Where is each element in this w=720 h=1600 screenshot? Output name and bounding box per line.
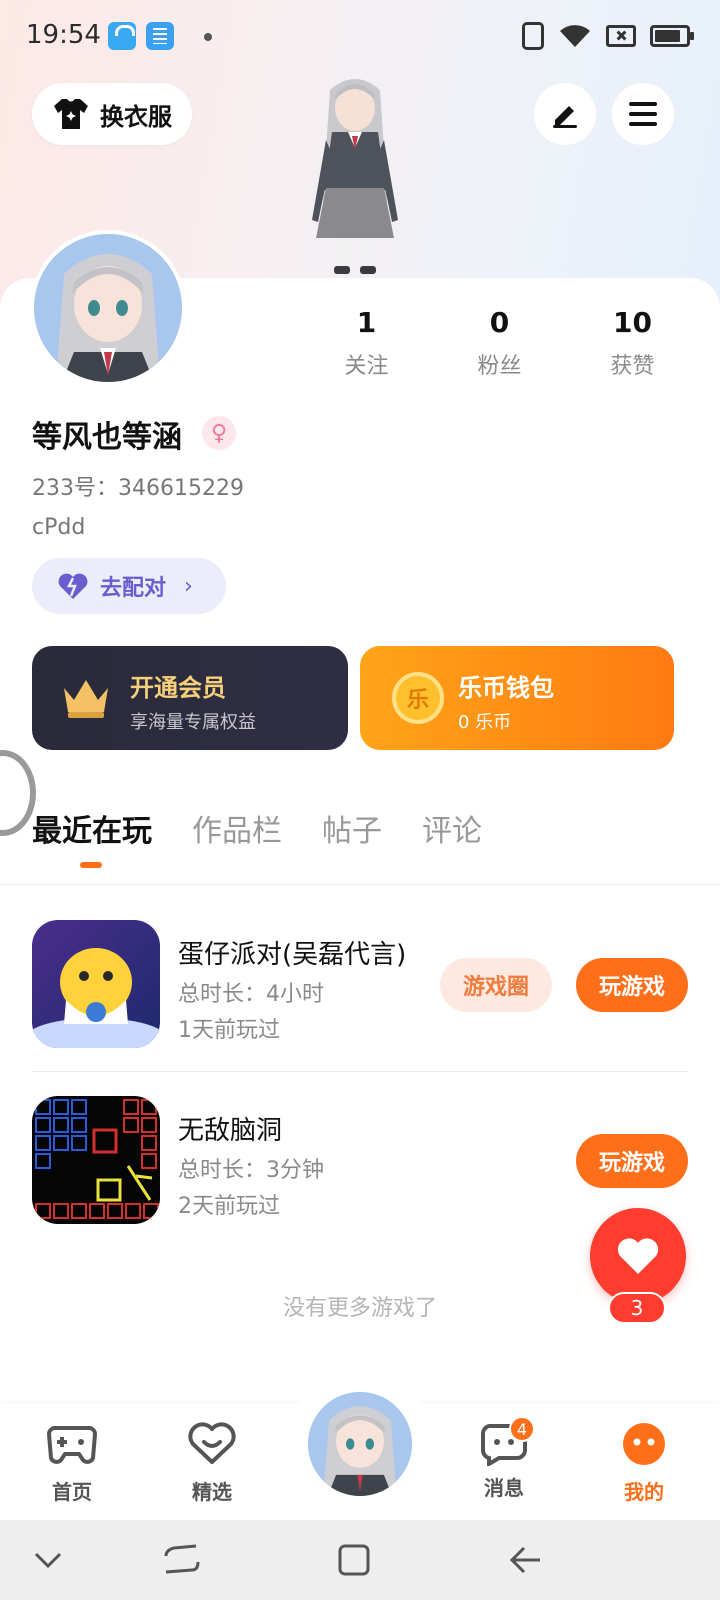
following-count: 1 bbox=[356, 306, 377, 339]
match-button[interactable]: 去配对 › bbox=[32, 558, 226, 614]
nav-featured-label: 精选 bbox=[192, 1480, 232, 1504]
status-bar: 19:54 bbox=[0, 0, 720, 72]
game-circle-button[interactable]: 游戏圈 bbox=[440, 958, 552, 1012]
vip-membership-card[interactable]: 开通会员 享海量专属权益 bbox=[32, 646, 348, 750]
content-tabs: 最近在玩 作品栏 帖子 评论 bbox=[32, 806, 482, 850]
fans-count: 0 bbox=[489, 306, 510, 339]
user-signature: cPdd bbox=[32, 515, 86, 540]
profile-avatar[interactable] bbox=[30, 230, 186, 386]
female-gender-icon: ♀ bbox=[202, 416, 236, 450]
wallet-title: 乐币钱包 bbox=[458, 674, 554, 702]
notes-app-icon bbox=[146, 22, 174, 50]
home-square-icon[interactable] bbox=[334, 1540, 374, 1580]
wallet-balance: 0 乐币 bbox=[458, 712, 512, 733]
tab-works[interactable]: 作品栏 bbox=[192, 806, 282, 850]
profile-stats: 1 关注 0 粉丝 10 获赞 bbox=[300, 306, 700, 380]
edit-pencil-icon bbox=[553, 106, 577, 128]
user-id: 233号：346615229 bbox=[32, 476, 244, 501]
like-count-badge: 3 bbox=[608, 1292, 666, 1324]
message-count-badge: 4 bbox=[509, 1416, 535, 1442]
nav-me[interactable]: 我的 bbox=[594, 1422, 694, 1505]
eggy-party-game-icon bbox=[32, 920, 160, 1048]
stat-following[interactable]: 1 关注 bbox=[300, 306, 433, 380]
change-outfit-label: 换衣服 bbox=[100, 102, 172, 131]
avatar-portrait-icon bbox=[34, 234, 182, 382]
game-name: 无敌脑洞 bbox=[178, 1116, 283, 1146]
play-game-button[interactable]: 玩游戏 bbox=[576, 958, 688, 1012]
heart-icon bbox=[58, 573, 88, 599]
game-name: 蛋仔派对(吴磊代言) bbox=[178, 940, 407, 970]
battery-level bbox=[655, 30, 680, 42]
more-notifications-dot bbox=[204, 33, 212, 41]
nav-home[interactable]: 首页 bbox=[22, 1422, 122, 1505]
nav-me-label: 我的 bbox=[624, 1480, 664, 1504]
fans-label: 粉丝 bbox=[477, 354, 522, 379]
wifi-icon bbox=[560, 25, 590, 47]
chevron-down-icon[interactable] bbox=[28, 1540, 68, 1580]
me-icon bbox=[623, 1423, 665, 1465]
vip-subtitle: 享海量专属权益 bbox=[130, 712, 256, 733]
crown-icon bbox=[64, 680, 108, 718]
back-arrow-icon[interactable] bbox=[506, 1540, 546, 1580]
tab-posts[interactable]: 帖子 bbox=[322, 806, 382, 850]
nav-home-label: 首页 bbox=[52, 1480, 92, 1504]
tab-comments[interactable]: 评论 bbox=[422, 806, 482, 850]
menu-button[interactable] bbox=[612, 83, 674, 145]
nav-messages-label: 消息 bbox=[484, 1476, 524, 1500]
recent-apps-icon[interactable] bbox=[162, 1540, 202, 1580]
game-duration: 总时长：3分钟 bbox=[178, 1158, 324, 1183]
message-icon-wrap: 4 bbox=[479, 1416, 535, 1468]
likes-label: 获赞 bbox=[610, 354, 655, 379]
battery-icon bbox=[650, 25, 694, 47]
nav-featured[interactable]: 精选 bbox=[162, 1422, 262, 1505]
game-duration: 总时长：4小时 bbox=[178, 982, 324, 1007]
row-divider bbox=[32, 1071, 688, 1072]
nav-center-avatar[interactable] bbox=[304, 1388, 416, 1500]
system-navigation-bar bbox=[0, 1520, 720, 1600]
match-label: 去配对 bbox=[100, 576, 167, 601]
vip-title: 开通会员 bbox=[130, 674, 226, 702]
hamburger-menu-icon bbox=[629, 102, 657, 126]
gamepad-icon bbox=[46, 1426, 98, 1464]
brain-hole-game-icon bbox=[32, 1096, 160, 1224]
game-last-played: 2天前玩过 bbox=[178, 1194, 280, 1219]
tab-recently-played[interactable]: 最近在玩 bbox=[32, 806, 152, 850]
heart-chat-icon bbox=[188, 1422, 236, 1464]
change-outfit-button[interactable]: 换衣服 bbox=[32, 83, 192, 145]
stat-likes[interactable]: 10 获赞 bbox=[566, 306, 699, 380]
avatar-character-figure[interactable] bbox=[290, 70, 420, 280]
avatar-portrait-icon bbox=[308, 1392, 412, 1496]
chevron-right-icon: › bbox=[184, 573, 193, 599]
play-game-button[interactable]: 玩游戏 bbox=[576, 1134, 688, 1188]
nav-messages[interactable]: 4 消息 bbox=[454, 1416, 554, 1501]
vibrate-icon bbox=[522, 22, 544, 50]
no-sim-icon bbox=[606, 25, 636, 47]
edit-profile-button[interactable] bbox=[534, 83, 596, 145]
game-row[interactable]: 蛋仔派对(吴磊代言) 总时长：4小时 1天前玩过 游戏圈 玩游戏 bbox=[32, 920, 688, 1048]
shopping-app-icon bbox=[108, 22, 136, 50]
game-last-played: 1天前玩过 bbox=[178, 1018, 280, 1043]
coin-icon: 乐 bbox=[392, 672, 444, 724]
likes-count: 10 bbox=[613, 306, 652, 339]
following-label: 关注 bbox=[344, 354, 389, 379]
heart-icon bbox=[617, 1238, 659, 1274]
stat-fans[interactable]: 0 粉丝 bbox=[433, 306, 566, 380]
username: 等风也等涵 bbox=[32, 420, 182, 455]
wallet-card[interactable]: 乐 乐币钱包 0 乐币 bbox=[360, 646, 674, 750]
shirt-icon bbox=[54, 99, 88, 129]
tabs-divider bbox=[0, 884, 720, 885]
status-time: 19:54 bbox=[26, 20, 101, 50]
like-button[interactable] bbox=[590, 1208, 686, 1304]
active-tab-indicator bbox=[80, 862, 102, 868]
game-row[interactable]: 无敌脑洞 总时长：3分钟 2天前玩过 玩游戏 bbox=[32, 1096, 688, 1224]
